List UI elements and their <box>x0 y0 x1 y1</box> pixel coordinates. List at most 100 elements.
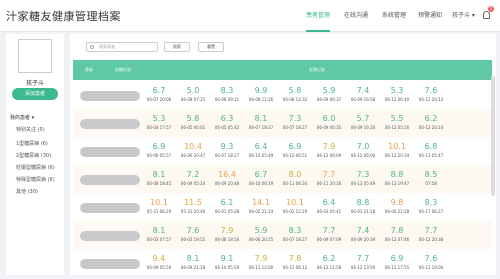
glucose-time: 06-08 07:25 <box>180 97 206 102</box>
glucose-value: 8.1 <box>186 254 200 263</box>
nav-system-management[interactable]: 系统管理 <box>382 0 406 32</box>
glucose-time: 05-31 20:46 <box>180 209 206 214</box>
glucose-time: 06-07 18:27 <box>282 237 308 242</box>
glucose-cell: 5.3 06-12 06:40 <box>380 86 414 102</box>
sidebar-item-type2[interactable]: 2型糖尿病 (30) <box>16 152 51 159</box>
search-icon <box>90 45 94 49</box>
glucose-value: 6.7 <box>254 170 268 179</box>
glucose-time: 06-09 20:48 <box>214 181 240 186</box>
glucose-time: 06-11 06:34 <box>282 181 308 186</box>
patient-name-redacted[interactable] <box>80 147 140 157</box>
nav-online-chat[interactable]: 在线沟通 <box>344 0 368 32</box>
glucose-cell: 7.3 06-07 18:27 <box>278 114 312 130</box>
glucose-cell: 7.4 06-09 20:39 <box>346 226 380 242</box>
sidebar-item-other[interactable]: 其他 (30) <box>16 188 38 195</box>
glucose-time: 06-06 20:47 <box>180 153 206 158</box>
glucose-cell: 6.9 06-10 06:51 <box>278 142 312 158</box>
glucose-cell: 7.9 06-12 06:09 <box>312 142 346 158</box>
glucose-cell: 8.8 06-13 19:47 <box>380 170 414 186</box>
glucose-time: 06-12 20:38 <box>418 237 444 242</box>
glucose-value: 5.0 <box>186 86 200 95</box>
patient-name-redacted[interactable] <box>80 175 140 185</box>
glucose-time: 06-10 05:59 <box>214 265 240 270</box>
table-row[interactable]: 9.4 06-09 05:59 8.1 06-09 21:18 9.1 06-10 05:… <box>73 249 492 277</box>
glucose-cell: 6.9 06-12 17:55 <box>380 254 414 270</box>
sidebar-item-special-attention[interactable]: 特别关注 (5) <box>16 126 45 133</box>
user-name: 孩子斗 <box>25 80 44 87</box>
glucose-time: 06-10 06:19 <box>248 181 274 186</box>
sidebar-item-special-type[interactable]: 特殊型糖尿病 (6) <box>16 176 55 183</box>
patient-name-redacted[interactable] <box>80 231 140 241</box>
glucose-time: 06-07 18:27 <box>214 153 240 158</box>
glucose-time: 06-11 20:16 <box>316 181 342 186</box>
glucose-cell: 7.4 06-09 16:58 <box>346 86 380 102</box>
glucose-cell: 6.4 06-10 05:49 <box>244 142 278 158</box>
app-title: 汁家糖友健康管理档案 <box>6 10 121 23</box>
glucose-cell: 7.3 06-13 05:49 <box>346 170 380 186</box>
top-header: 汁家糖友健康管理档案 患者管理 在线沟通 系统管理 预警通知 孩子斗 ▾ 5 <box>0 0 500 32</box>
glucose-cell: 6.0 06-09 06:35 <box>312 114 346 130</box>
nav-alert-notice[interactable]: 预警通知 <box>418 0 442 32</box>
avatar <box>18 39 52 73</box>
glucose-value: 6.4 <box>322 198 336 207</box>
glucose-cell: 16.4 06-09 20:48 <box>210 170 244 186</box>
patient-name-redacted[interactable] <box>80 91 140 101</box>
table-row[interactable]: 8.1 06-08 18:45 7.2 06-09 05:24 16.4 06-09 20… <box>73 165 492 193</box>
glucose-cell: 5.3 06-04 17:57 <box>142 114 176 130</box>
table-row[interactable]: 10.1 05-31 06:29 11.5 05-31 20:46 6.1 06-01 0… <box>73 193 492 221</box>
glucose-value: 10.1 <box>286 198 304 207</box>
nav-patient-management[interactable]: 患者管理 <box>306 0 331 32</box>
table-row[interactable]: 6.9 06-06 05:57 10.4 06-06 20:47 9.3 06-07 18… <box>73 137 492 165</box>
glucose-cell: 6.2 06-12 20:10 <box>414 114 448 130</box>
glucose-time: 06-01 05:28 <box>214 209 240 214</box>
add-patient-button[interactable]: 添加患者 <box>12 88 58 100</box>
glucose-value: 7.9 <box>220 226 234 235</box>
glucose-time: 06-12 17:55 <box>384 265 410 270</box>
glucose-cell: 5.0 06-08 07:25 <box>176 86 210 102</box>
reset-button[interactable]: 重置 <box>198 42 224 52</box>
my-patients-heading[interactable]: 我的患者 ▾ <box>10 114 34 121</box>
table-row[interactable]: 8.1 06-03 07:57 7.6 06-03 19:52 7.9 06-06 18:… <box>73 221 492 249</box>
glucose-time: 06-05 05:42 <box>214 125 240 130</box>
glucose-cell: 9.8 06-04 22:28 <box>380 198 414 214</box>
glucose-cell: 6.7 06-10 06:19 <box>244 170 278 186</box>
sidebar-item-type1[interactable]: 1型糖尿病 (6) <box>16 140 48 147</box>
glucose-value: 8.3 <box>288 226 302 235</box>
glucose-time: 06-08 09:11 <box>214 97 240 102</box>
glucose-time: 06-12 13:59 <box>350 265 376 270</box>
glucose-cell: 8.3 06-17 06:27 <box>414 198 448 214</box>
user-menu[interactable]: 孩子斗 ▾ <box>452 0 475 32</box>
glucose-cell: 9.3 06-07 18:27 <box>210 142 244 158</box>
glucose-time: 06-12 06:00 <box>350 153 376 158</box>
glucose-value: 5.9 <box>254 226 268 235</box>
glucose-value: 5.3 <box>390 86 404 95</box>
sidebar-item-gestational[interactable]: 妊娠型糖尿病 (6) <box>16 164 55 171</box>
glucose-time: 06-12 20:10 <box>418 125 444 130</box>
glucose-time: 06-10 05:49 <box>248 153 274 158</box>
glucose-cell: 6.8 06-13 05:47 <box>414 142 448 158</box>
search-button[interactable]: 搜索 <box>164 42 190 52</box>
glucose-value: 6.9 <box>288 142 302 151</box>
glucose-cell: 10.1 06-02 22:29 <box>278 198 312 214</box>
glucose-cell: 9.4 06-09 05:59 <box>142 254 176 270</box>
patient-name-redacted[interactable] <box>80 259 140 269</box>
patient-name-redacted[interactable] <box>80 203 140 213</box>
table-row[interactable]: 6.7 06-07 20:06 5.0 06-08 07:25 8.3 06-08 09:… <box>73 81 492 109</box>
glucose-value: 6.4 <box>254 142 268 151</box>
glucose-time: 06-12 19:00 <box>418 265 444 270</box>
bell-icon[interactable] <box>483 11 490 19</box>
glucose-cell: 7.8 06-12 07:46 <box>380 226 414 242</box>
glucose-cell: 6.7 06-07 20:06 <box>142 86 176 102</box>
patient-name-redacted[interactable] <box>80 119 140 129</box>
glucose-time: 06-09 05:59 <box>146 265 172 270</box>
table-row[interactable]: 5.3 06-04 17:57 5.8 06-05 06:01 6.3 06-05 05:… <box>73 109 492 137</box>
glucose-time: 06-12 07:46 <box>384 237 410 242</box>
scrollbar[interactable] <box>491 76 495 196</box>
glucose-time: 07:58 <box>425 181 437 186</box>
glucose-time: 06-09 07:09 <box>316 237 342 242</box>
glucose-value: 8.5 <box>424 170 438 179</box>
col-patient: 患者 <box>85 67 93 72</box>
glucose-value: 7.9 <box>322 142 336 151</box>
glucose-cell: 8.5 07:58 <box>414 170 448 186</box>
search-input[interactable]: 搜索患者 <box>86 42 158 52</box>
